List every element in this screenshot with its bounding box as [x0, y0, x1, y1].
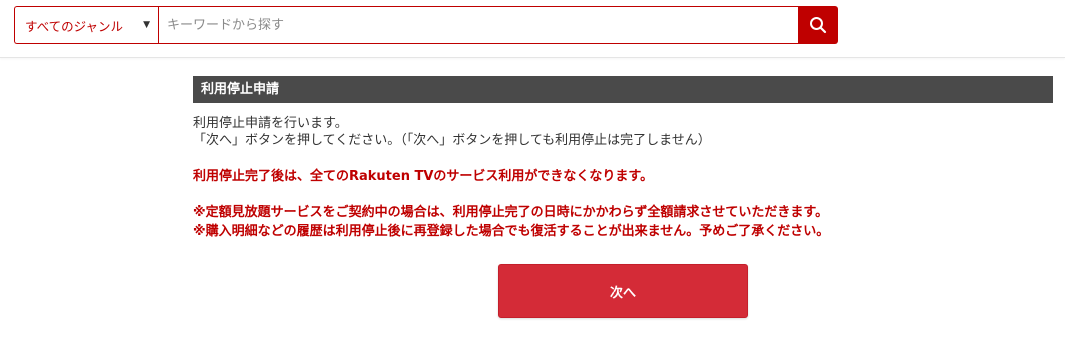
description-line-1: 利用停止申請を行います。 — [193, 116, 348, 131]
notes: ※定額見放題サービスをご契約中の場合は、利用停止完了の日時にかかわらず全額請求さ… — [193, 203, 1053, 241]
search-button[interactable] — [798, 6, 838, 44]
keyword-search-input[interactable] — [158, 6, 798, 44]
note-history: ※購入明細などの履歴は利用停止後に再登録した場合でも復活することが出来ません。予… — [193, 224, 830, 239]
description-line-2: 「次へ」ボタンを押してください。（「次へ」ボタンを押しても利用停止は完了しません… — [193, 133, 711, 148]
section-title: 利用停止申請 — [193, 76, 1053, 103]
genre-select-label: すべてのジャンル — [25, 18, 124, 34]
search-icon — [810, 17, 827, 34]
note-subscription: ※定額見放題サービスをご契約中の場合は、利用停止完了の日時にかかわらず全額請求さ… — [193, 205, 829, 220]
search-bar: すべてのジャンル ▼ — [14, 6, 838, 44]
next-button[interactable]: 次へ — [498, 264, 748, 318]
description: 利用停止申請を行います。 「次へ」ボタンを押してください。（「次へ」ボタンを押し… — [193, 115, 1053, 149]
top-bar: すべてのジャンル ▼ — [0, 0, 1065, 58]
caret-down-icon: ▼ — [143, 20, 150, 30]
genre-select[interactable]: すべてのジャンル ▼ — [14, 6, 158, 44]
warning-message: 利用停止完了後は、全てのRakuten TVのサービス利用ができなくなります。 — [193, 169, 654, 184]
cancellation-section: 利用停止申請 利用停止申請を行います。 「次へ」ボタンを押してください。（「次へ… — [193, 76, 1053, 241]
